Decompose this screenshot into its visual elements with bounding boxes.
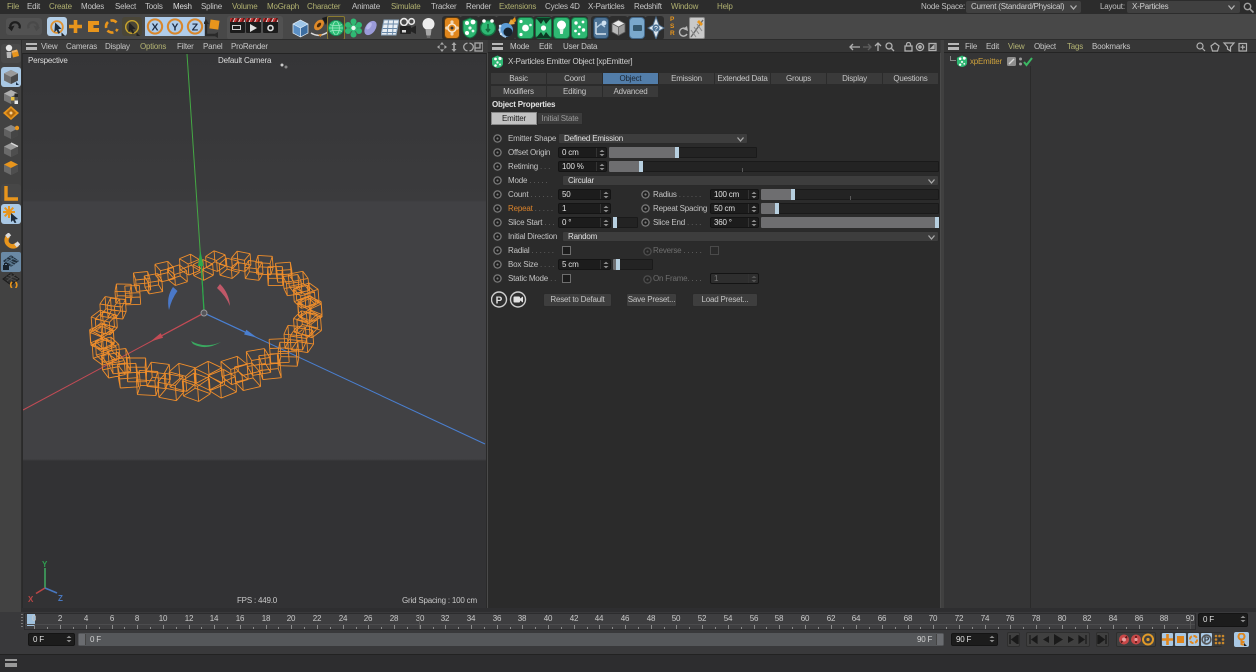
svg-text:Z: Z [192,22,199,33]
svg-text:Y: Y [42,560,48,569]
svg-text:X: X [152,22,159,33]
svg-text:X: X [28,595,34,604]
svg-text:Z: Z [58,594,63,603]
svg-text:?: ? [654,26,658,33]
svg-text:P: P [1204,636,1210,645]
svg-text:Y: Y [172,22,179,33]
svg-text:P: P [496,296,503,307]
